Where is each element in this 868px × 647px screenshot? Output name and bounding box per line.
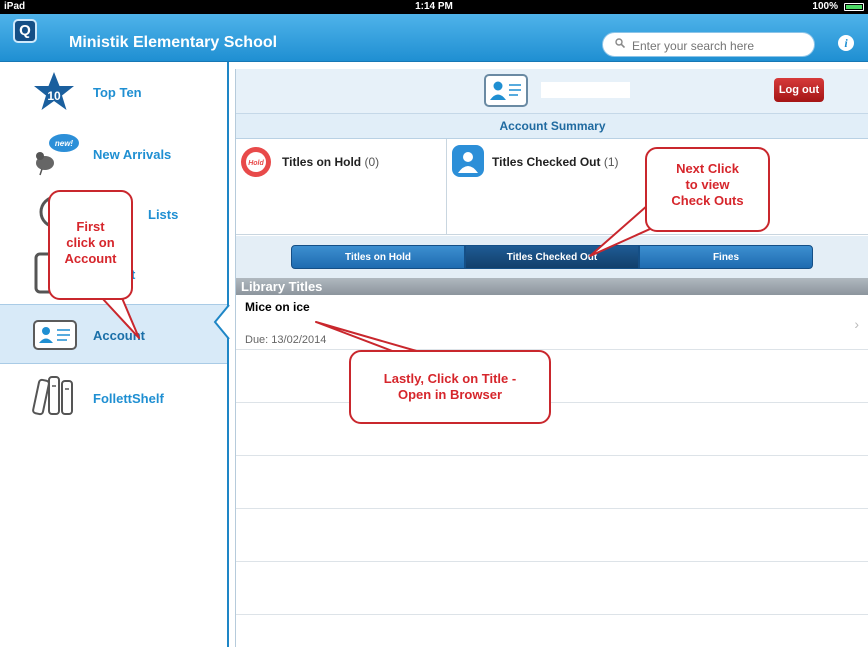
title-due-date: Due: 13/02/2014: [245, 334, 327, 346]
sidebar-item-label: Top Ten: [93, 85, 142, 100]
account-card-icon: [33, 320, 77, 350]
sidebar-item-label: FollettShelf: [93, 391, 164, 406]
row-divider: [236, 349, 868, 350]
battery-percent: 100%: [812, 1, 838, 12]
callout-line: First: [76, 219, 105, 234]
sidebar-divider: [227, 62, 229, 647]
status-time: 1:14 PM: [415, 1, 453, 12]
callout-last-click: Lastly, Click on Title - Open in Browser: [349, 350, 551, 424]
hold-badge-text: Hold: [248, 160, 264, 167]
info-icon[interactable]: i: [838, 35, 854, 51]
callout-next-click: Next Click to view Check Outs: [645, 147, 770, 232]
checked-out-count: (1): [603, 155, 619, 169]
sidebar-item-label: Account: [93, 328, 145, 343]
sidebar-item-follettshelf[interactable]: FollettShelf: [0, 366, 227, 426]
follettshelf-icon: [32, 376, 73, 416]
callout-line: Open in Browser: [397, 387, 503, 402]
account-panel: Log out Account Summary Hold Titles on H…: [235, 69, 868, 647]
logout-button[interactable]: Log out: [774, 78, 824, 102]
tab-titles-checked-out[interactable]: Titles Checked Out: [465, 245, 639, 269]
account-header: Log out: [236, 69, 868, 114]
person-icon: [452, 145, 484, 177]
search-icon: [615, 38, 625, 48]
callout-line: Account: [64, 251, 117, 266]
row-divider: [236, 561, 868, 562]
callout-line: Lastly, Click on Title -: [383, 371, 517, 386]
account-name-field: [541, 82, 630, 98]
search-box[interactable]: [602, 32, 815, 57]
bird-new-icon: new!: [36, 134, 79, 176]
sidebar-item-new-arrivals[interactable]: new! New Arrivals: [0, 122, 227, 182]
tab-titles-on-hold[interactable]: Titles on Hold: [291, 245, 465, 269]
list-item[interactable]: Mice on ice Due: 13/02/2014 ›: [236, 296, 868, 349]
sidebar: 10 Top Ten new! New Arrivals Lists t Acc…: [0, 62, 227, 647]
holds-label: Titles on Hold: [282, 155, 362, 169]
library-titles-heading: Library Titles: [236, 278, 868, 295]
tab-fines[interactable]: Fines: [639, 245, 813, 269]
row-divider: [236, 455, 868, 456]
sidebar-item-label: Lists: [148, 207, 179, 222]
battery-icon: [844, 3, 864, 11]
callout-line: Next Click: [676, 161, 739, 176]
row-divider: [236, 508, 868, 509]
titles-on-hold-summary[interactable]: Hold Titles on Hold (0): [236, 139, 447, 235]
account-card-icon: [484, 74, 528, 107]
app-title: Ministik Elementary School: [69, 34, 278, 51]
callout-line: to view: [685, 177, 730, 192]
chevron-right-icon: ›: [854, 316, 859, 332]
status-bar: iPad 1:14 PM 100%: [0, 0, 868, 14]
holds-count: (0): [364, 155, 380, 169]
row-divider: [236, 614, 868, 615]
callout-line: Check Outs: [671, 193, 744, 208]
app-logo-icon[interactable]: Q: [13, 19, 37, 43]
search-input[interactable]: [630, 36, 809, 55]
account-summary-title: Account Summary: [236, 114, 868, 139]
star-badge-text: 10: [47, 89, 61, 103]
new-badge-text: new!: [55, 139, 74, 148]
callout-line: click on: [66, 235, 115, 250]
checked-out-label: Titles Checked Out: [492, 155, 601, 169]
sidebar-item-label: New Arrivals: [93, 147, 172, 162]
hold-badge-icon: Hold: [241, 147, 271, 177]
callout-first-click: First click on Account: [48, 190, 133, 300]
row-divider: [236, 402, 868, 403]
sidebar-item-top-ten[interactable]: 10 Top Ten: [0, 62, 227, 122]
sidebar-item-account[interactable]: Account: [0, 304, 227, 364]
title-name: Mice on ice: [245, 300, 310, 314]
star-10-icon: 10: [34, 72, 74, 110]
